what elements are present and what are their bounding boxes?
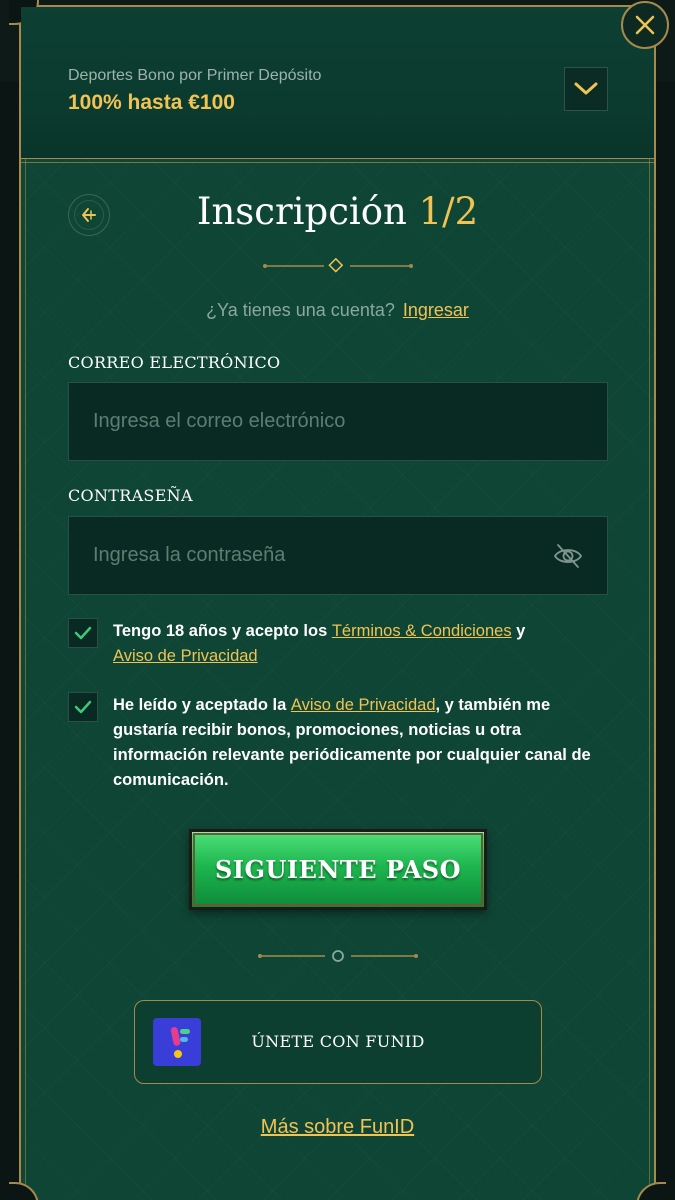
email-field[interactable]: Ingresa el correo electrónico (68, 382, 608, 461)
password-placeholder: Ingresa la contraseña (93, 544, 286, 566)
consent1-mid: y (511, 622, 526, 640)
email-placeholder: Ingresa el correo electrónico (93, 410, 346, 432)
login-prompt: ¿Ya tienes una cuenta? Ingresar (0, 300, 675, 321)
step-indicator: 1/2 (418, 190, 479, 233)
chevron-down-icon (574, 82, 598, 95)
login-link[interactable]: Ingresar (403, 300, 469, 320)
circle-divider-icon (257, 950, 418, 962)
title-text: Inscripción (196, 190, 407, 233)
email-label: CORREO ELECTRÓNICO (68, 353, 281, 372)
close-button[interactable] (621, 1, 669, 49)
bonus-expand-button[interactable] (564, 67, 608, 111)
funid-more-link[interactable]: Más sobre FunID (0, 1116, 675, 1139)
eye-off-icon[interactable] (553, 541, 583, 571)
checkmark-icon (74, 626, 92, 640)
age-terms-checkbox[interactable] (68, 618, 98, 648)
consent2-text-before: He leído y aceptado la (113, 696, 291, 714)
terms-link[interactable]: Términos & Condiciones (332, 622, 512, 640)
marketing-consent-text: He leído y aceptado la Aviso de Privacid… (113, 693, 593, 793)
bonus-value: 100% hasta €100 (68, 91, 235, 114)
password-label: CONTRASEÑA (68, 486, 193, 505)
age-terms-text: Tengo 18 años y acepto los Términos & Co… (113, 619, 593, 669)
bonus-header[interactable]: Deportes Bono por Primer Depósito 100% h… (21, 7, 654, 163)
funid-button-label: ÚNETE CON FUNID (251, 1032, 425, 1051)
panel-corner-ornament (636, 1182, 666, 1200)
password-field[interactable]: Ingresa la contraseña (68, 516, 608, 595)
close-icon (635, 15, 655, 35)
consent1-text: Tengo 18 años y acepto los (113, 622, 332, 640)
privacy-link[interactable]: Aviso de Privacidad (291, 696, 436, 714)
checkmark-icon (74, 700, 92, 714)
privacy-link[interactable]: Aviso de Privacidad (113, 647, 258, 665)
page-title: Inscripción 1/2 (0, 190, 675, 233)
diamond-divider-icon (262, 258, 413, 273)
ornament-divider (0, 258, 675, 274)
login-question: ¿Ya tienes una cuenta? (206, 300, 395, 320)
ornament-divider (0, 948, 675, 964)
next-step-button[interactable]: SIGUIENTE PASO (189, 829, 487, 910)
funid-button[interactable]: ÚNETE CON FUNID (134, 1000, 542, 1084)
marketing-consent-checkbox[interactable] (68, 692, 98, 722)
panel-corner-ornament (9, 1182, 39, 1200)
bonus-label: Deportes Bono por Primer Depósito (68, 67, 322, 84)
